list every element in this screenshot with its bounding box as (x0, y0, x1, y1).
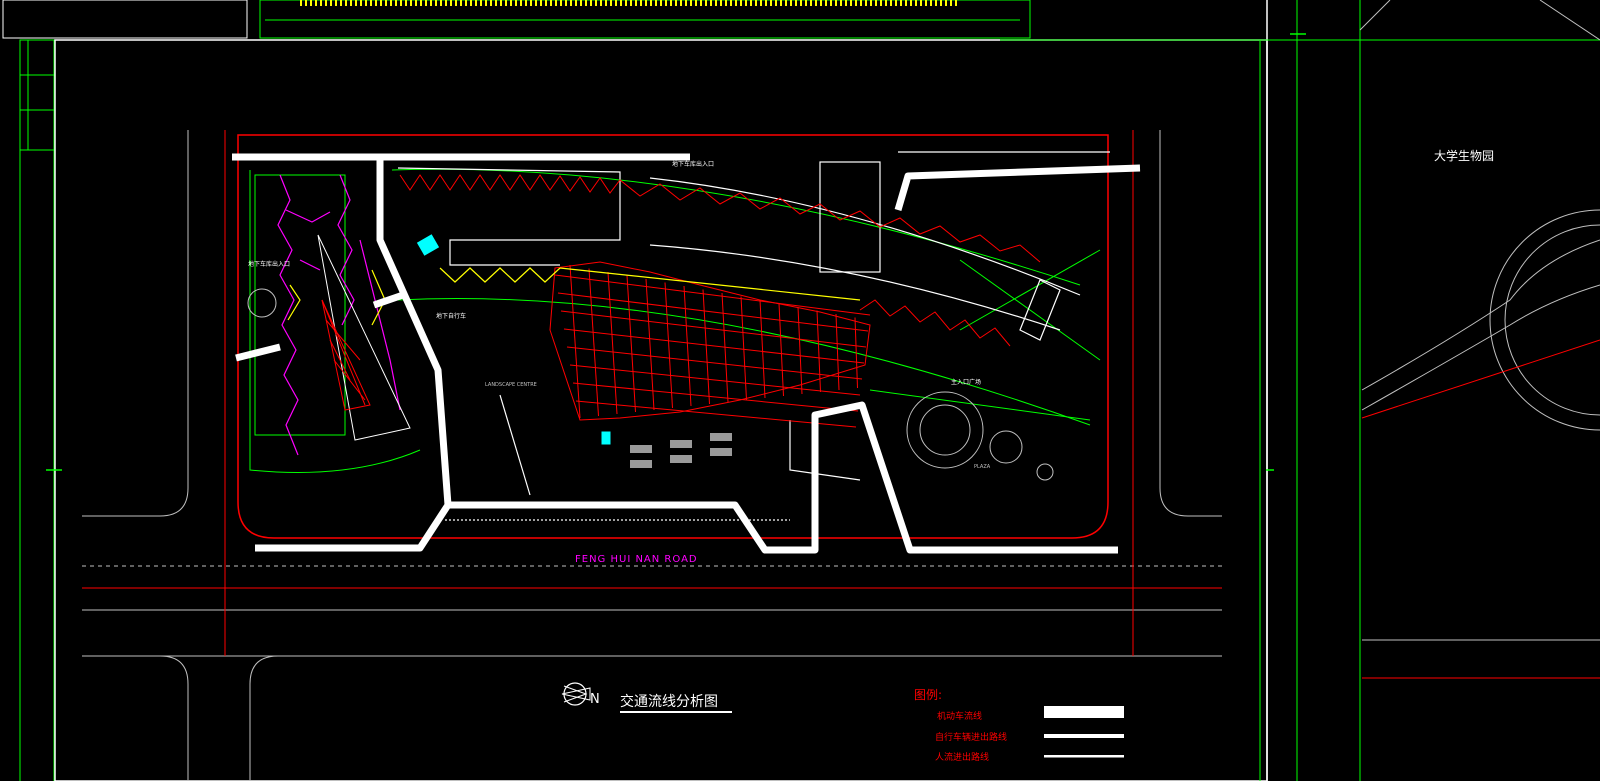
right-site-red (1361, 339, 1600, 679)
plan-label-landscape: LANDSCAPE CENTRE (485, 382, 537, 388)
red-road-lines (82, 130, 1222, 656)
north-arrow: N (561, 682, 600, 707)
plan-label-bike: 地下自行车 (436, 312, 466, 320)
flow-path-bottom (448, 401, 1118, 554)
legend-swatch-thick (1044, 706, 1124, 718)
cyan-accents (416, 234, 611, 445)
flow-path-west-stub (235, 343, 281, 362)
legend-item-label: 自行车辆进出路线 (935, 731, 1007, 743)
parking-bays (630, 433, 732, 468)
side-markers (46, 33, 1306, 471)
left-frame-lines (19, 39, 55, 781)
plan-label-motor-entry: 地下车库出入口 (248, 260, 290, 268)
side-title-label: 大学生物园 (1434, 148, 1494, 163)
north-label: N (590, 692, 600, 707)
plan-label-plaza: PLAZA (974, 464, 991, 470)
legend: 图例: 机动车流线 自行车辆进出路线 人流进出路线 (914, 688, 1124, 763)
flow-path-east (894, 164, 1141, 211)
plan-label-main-entry: 地下车库出入口 (672, 160, 714, 168)
white-building-lines (397, 151, 1110, 521)
road-lines (82, 130, 1222, 781)
red-triangle-structure (317, 234, 411, 441)
title-block-top-left (2, 0, 1031, 39)
drawing-title: 交通流线分析图 (620, 693, 718, 710)
flow-path-main (255, 160, 452, 552)
legend-swatch-thin (1044, 755, 1124, 758)
plan-label-axis: 主入口广场 (951, 378, 981, 386)
drawing-frame (54, 0, 1600, 781)
road-name-label: FENG HUI NAN ROAD (575, 554, 698, 565)
flow-path-mid-stub (372, 291, 405, 309)
legend-item-label: 人流进出路线 (935, 751, 989, 763)
right-site-plan (1359, 0, 1600, 641)
traffic-flow-lines (232, 153, 1141, 554)
legend-heading: 图例: (914, 688, 942, 702)
legend-swatch-medium (1044, 734, 1124, 738)
cad-drawing-canvas: FENG HUI NAN ROAD 大学生物园 地下车库出入口 地下车库出入口 … (2, 0, 1600, 781)
legend-item-label: 机动车流线 (937, 710, 982, 722)
site-boundary (237, 134, 1109, 539)
